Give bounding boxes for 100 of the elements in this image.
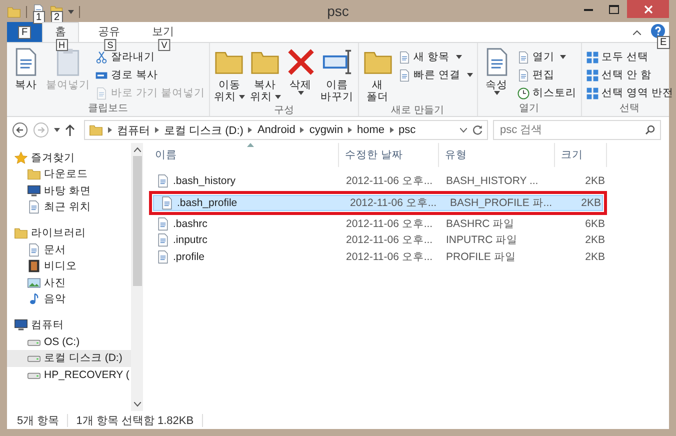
- file-size: 2KB: [584, 175, 606, 188]
- nav-item[interactable]: 음악: [7, 291, 131, 308]
- nav-section[interactable]: 컴퓨터: [7, 316, 131, 334]
- file-tab[interactable]: F: [7, 22, 42, 42]
- back-button[interactable]: [12, 122, 28, 138]
- nav-item[interactable]: 사진: [7, 274, 131, 291]
- nav-item[interactable]: 비디오: [7, 258, 131, 274]
- nav-item[interactable]: 바탕 화면: [7, 182, 131, 199]
- close-button[interactable]: [627, 0, 669, 18]
- ribbon-button[interactable]: 새 항목: [396, 49, 475, 65]
- file-row[interactable]: .bashrc 2012-11-06 오후... BASHRC 파일 6KB: [149, 216, 607, 232]
- nav-item[interactable]: 다운로드: [7, 166, 131, 182]
- up-arrow-icon[interactable]: [65, 124, 75, 136]
- monitor-icon: [14, 318, 28, 332]
- breadcrumb[interactable]: psc: [398, 124, 416, 136]
- modified-date: 2012-11-06 오후...: [345, 250, 434, 264]
- ribbon-button[interactable]: 삭제: [284, 47, 318, 95]
- ribbon-button[interactable]: 이름 바꾸기: [318, 47, 356, 103]
- file-row[interactable]: .profile 2012-11-06 오후... PROFILE 파일 2KB: [149, 248, 607, 265]
- breadcrumb[interactable]: Android: [257, 124, 296, 136]
- dropdown-caret-icon: [298, 91, 304, 95]
- nav-section-label[interactable]: 라이브러리: [31, 226, 86, 240]
- nav-section-label[interactable]: 컴퓨터: [31, 318, 64, 332]
- file-row[interactable]: .inputrc 2012-11-06 오후... INPUTRC 파일 2KB: [149, 232, 607, 248]
- ribbon-tab[interactable]: 홈: [42, 22, 79, 42]
- ribbon-button[interactable]: 선택 영역 반전: [584, 85, 676, 101]
- recent-locations-icon[interactable]: [54, 128, 60, 132]
- ribbon-button[interactable]: 속성: [480, 47, 514, 95]
- file-type: BASH_HISTORY ...: [445, 175, 540, 188]
- dropdown-caret-icon: [560, 55, 566, 59]
- file-row[interactable]: .bash_history 2012-11-06 오후... BASH_HISTORY ... 2KB: [149, 173, 607, 190]
- ribbon-button[interactable]: 빠른 연결: [396, 67, 475, 83]
- dropdown-caret-icon[interactable]: [460, 128, 467, 132]
- item-count: 5개 항목: [17, 414, 60, 428]
- ribbon-button[interactable]: 경로 복사: [93, 67, 207, 83]
- sort-arrow-icon: [247, 143, 254, 147]
- nav-item[interactable]: 문서: [7, 242, 131, 258]
- music-note-icon: [27, 292, 41, 306]
- file-type: INPUTRC 파일: [445, 233, 519, 248]
- nav-section[interactable]: 즐겨찾기: [7, 149, 131, 166]
- scissors-icon: [95, 50, 108, 64]
- keytip-badge: H: [56, 39, 68, 51]
- ribbon-tab[interactable]: 보기: [139, 22, 187, 42]
- column-header[interactable]: 수정한 날짜: [339, 143, 439, 167]
- scroll-up-icon[interactable]: [134, 147, 140, 152]
- chevron-icon: [108, 127, 112, 133]
- chevron-icon: [300, 127, 304, 133]
- ribbon-button[interactable]: 편집: [514, 67, 579, 83]
- grid-icon: [586, 86, 599, 100]
- breadcrumb[interactable]: home: [357, 124, 385, 136]
- ribbon-button[interactable]: 잘라내기: [93, 49, 207, 65]
- nav-section[interactable]: 라이브러리: [7, 224, 131, 242]
- file-size: 6KB: [584, 218, 606, 230]
- file-row[interactable]: .bash_profile 2012-11-06 오후... BASH_PROFILE 파... 2KB: [149, 190, 607, 214]
- scroll-down-icon[interactable]: [134, 402, 140, 407]
- group-label: 구성: [272, 104, 295, 118]
- breadcrumb[interactable]: cygwin: [309, 124, 343, 136]
- modified-date: 2012-11-06 오후...: [345, 233, 434, 248]
- ribbon-tab[interactable]: 공유: [85, 22, 133, 42]
- dropdown-caret-icon: [456, 55, 462, 59]
- selection-info: 1개 항목 선택함 1.82KB: [76, 414, 194, 428]
- document-icon: [516, 68, 530, 82]
- keytip-badge: 1: [33, 11, 45, 24]
- chevron-icon: [248, 127, 252, 133]
- breadcrumb[interactable]: 컴퓨터: [117, 122, 150, 138]
- modified-date: 2012-11-06 오후...: [345, 216, 434, 231]
- ribbon-button[interactable]: 복사 위치: [248, 47, 283, 103]
- folder-icon: [14, 226, 28, 240]
- scrollbar[interactable]: [131, 143, 143, 411]
- collapse-ribbon-icon[interactable]: [633, 30, 641, 34]
- ribbon-button[interactable]: 복사: [9, 47, 43, 91]
- nav-item[interactable]: OS (C:): [7, 334, 131, 350]
- file-name: .inputrc: [150, 233, 340, 248]
- document-icon: [516, 50, 530, 64]
- refresh-icon[interactable]: [472, 124, 483, 136]
- file-name: .profile: [150, 250, 340, 264]
- column-header[interactable]: 크기: [555, 143, 607, 167]
- column-header[interactable]: 유형: [439, 143, 555, 167]
- nav-item[interactable]: HP_RECOVERY (: [7, 366, 131, 383]
- help-icon[interactable]: [651, 24, 665, 38]
- search-field[interactable]: psc 검색: [493, 120, 661, 140]
- group-label: 클립보드: [86, 102, 129, 116]
- ribbon-button[interactable]: 열기: [514, 49, 579, 65]
- ribbon-button[interactable]: 새 폴더: [360, 47, 395, 103]
- address-bar[interactable]: 컴퓨터 로컬 디스크 (D:) Android cygwin home psc: [84, 120, 488, 140]
- nav-item[interactable]: 로컬 디스크 (D:): [7, 350, 131, 366]
- ribbon-button[interactable]: 모두 선택: [584, 49, 676, 65]
- nav-section-label[interactable]: 즐겨찾기: [31, 150, 75, 164]
- folder-icon: [7, 5, 21, 19]
- ribbon-button[interactable]: 히스토리: [514, 85, 579, 101]
- ribbon-button[interactable]: 선택 안 함: [584, 67, 676, 83]
- document-icon: [156, 216, 170, 231]
- document-icon: [156, 233, 170, 248]
- clock-icon: [516, 86, 530, 100]
- ribbon-button[interactable]: 이동 위치: [212, 47, 247, 103]
- breadcrumb[interactable]: 로컬 디스크 (D:): [164, 122, 244, 138]
- file-size: 2KB: [584, 250, 606, 263]
- group-label: 열기: [518, 102, 540, 116]
- nav-item[interactable]: 최근 위치: [7, 199, 131, 216]
- file-size: 2KB: [580, 196, 602, 208]
